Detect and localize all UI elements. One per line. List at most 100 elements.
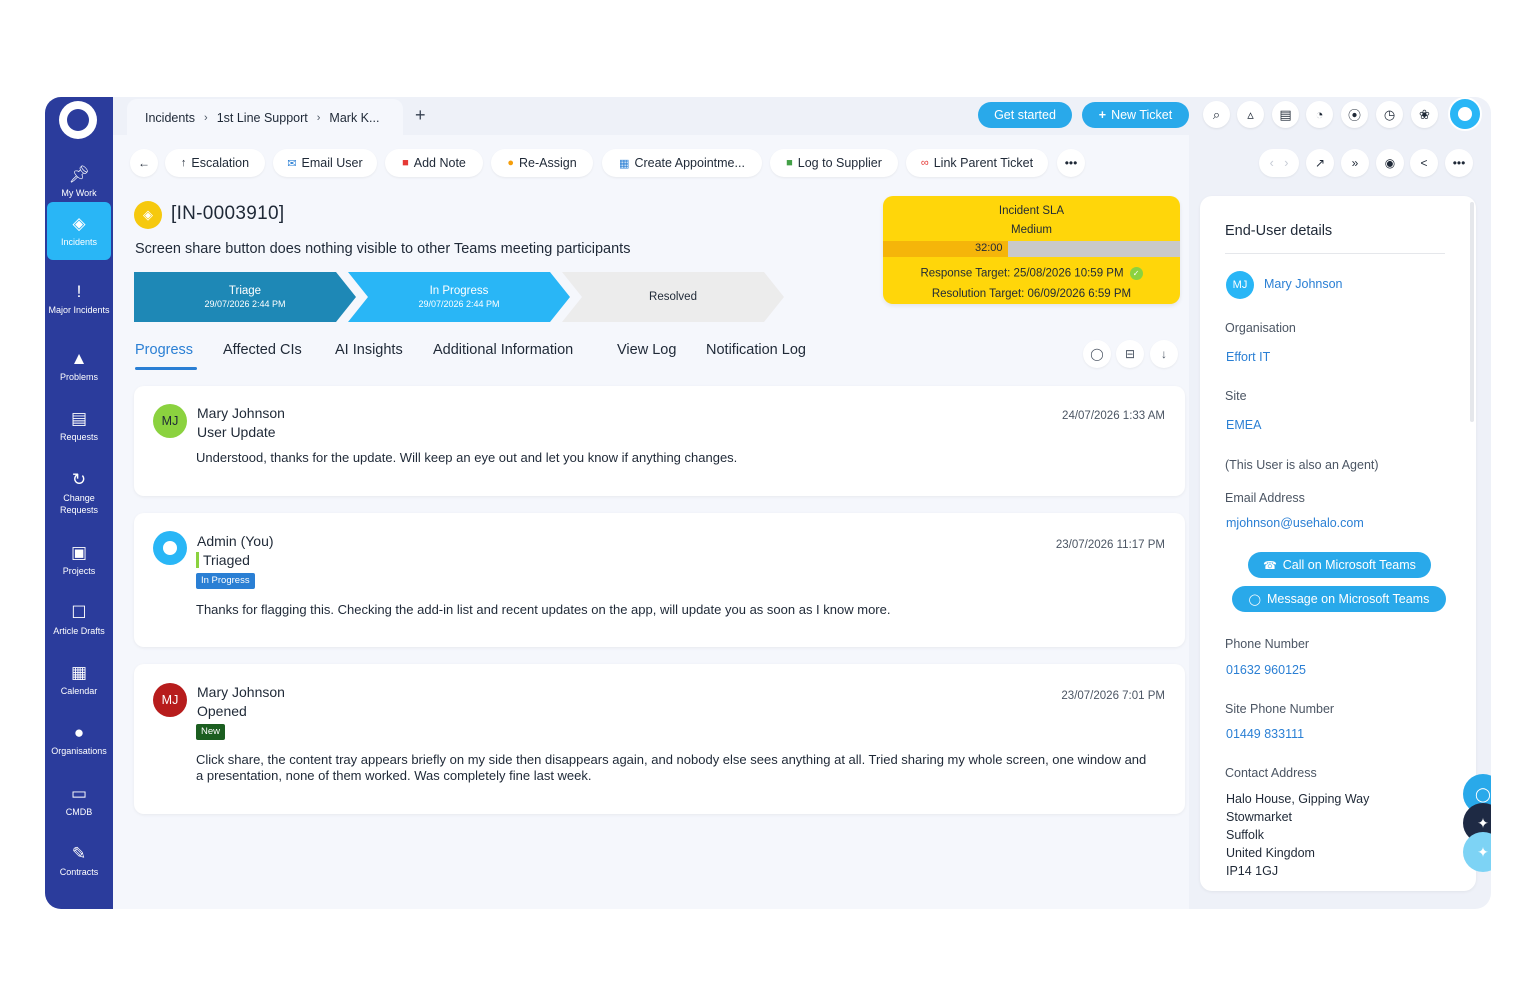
tab-additional-information[interactable]: Additional Information <box>433 342 573 358</box>
sidebar-item-projects[interactable]: ▣ Projects <box>45 531 113 589</box>
message-teams-button[interactable]: ◯ Message on Microsoft Teams <box>1232 586 1446 612</box>
log-to-supplier-button[interactable]: ■ Log to Supplier <box>770 149 898 177</box>
truck-icon: ■ <box>786 157 793 169</box>
site-phone-label: Site Phone Number <box>1225 702 1335 716</box>
ticket-type-icon: ◈ <box>134 201 162 229</box>
prev-next-nav[interactable]: ‹ › <box>1259 149 1299 177</box>
back-arrow-icon[interactable]: ← <box>130 149 158 177</box>
chevron-right-icon: › <box>316 112 321 124</box>
more-icon[interactable]: ••• <box>1445 149 1473 177</box>
stage-name: Triage <box>228 285 262 297</box>
address-line: Stowmarket <box>1226 810 1292 824</box>
halo-logo[interactable] <box>59 101 97 139</box>
message-teams-label: Message on Microsoft Teams <box>1266 592 1430 606</box>
email-label: Email Address <box>1225 491 1305 505</box>
note-icon: ■ <box>402 157 409 169</box>
sidebar-item-problems[interactable]: ▲ Problems <box>45 337 113 395</box>
double-chevron-icon[interactable]: » <box>1341 149 1369 177</box>
tab-progress[interactable]: Progress <box>135 342 198 370</box>
stage-resolved[interactable]: Resolved <box>562 272 784 322</box>
comment-icon[interactable]: ◯ <box>1083 340 1111 368</box>
exclamation-icon: ! <box>76 282 82 301</box>
bell-icon[interactable]: ▵ <box>1237 101 1264 128</box>
end-user-name-link[interactable]: Mary Johnson <box>1264 277 1343 291</box>
stage-name: Resolved <box>649 291 697 303</box>
more-actions-button[interactable]: ••• <box>1057 149 1085 177</box>
entry-action: User Update <box>197 424 276 440</box>
create-appointment-button[interactable]: ▦ Create Appointme... <box>602 149 762 177</box>
stage-in-progress[interactable]: In Progress 29/07/2026 2:44 PM <box>348 272 570 322</box>
site-link[interactable]: EMEA <box>1226 418 1261 432</box>
share-icon[interactable]: < <box>1410 149 1438 177</box>
user-avatar[interactable] <box>1448 97 1482 131</box>
breadcrumb[interactable]: Incidents › 1st Line Support › Mark K... <box>127 99 403 137</box>
eye-icon[interactable]: ◉ <box>1376 149 1404 177</box>
tab-affected-cis[interactable]: Affected CIs <box>223 342 302 358</box>
status-stages: Triage 29/07/2026 2:44 PM In Progress 29… <box>134 272 794 324</box>
add-note-button[interactable]: ■ Add Note <box>385 149 483 177</box>
external-link-icon[interactable]: ↗ <box>1306 149 1334 177</box>
escalation-button[interactable]: ↑ Escalation <box>165 149 265 177</box>
call-teams-button[interactable]: ☎ Call on Microsoft Teams <box>1248 552 1431 578</box>
tab-notification-log[interactable]: Notification Log <box>706 342 806 358</box>
chevron-left-icon[interactable]: ‹ <box>1270 156 1274 170</box>
re-assign-label: Re-Assign <box>518 156 577 170</box>
entry-message: Understood, thanks for the update. Will … <box>196 450 738 465</box>
sidebar-item-cmdb[interactable]: ▭ CMDB <box>45 772 113 830</box>
stage-triage[interactable]: Triage 29/07/2026 2:44 PM <box>134 272 356 322</box>
sidebar-item-incidents[interactable]: ◈ Incidents <box>47 202 111 260</box>
sidebar-item-major-incidents[interactable]: ! Major Incidents <box>45 270 113 328</box>
breadcrumb-item[interactable]: Mark K... <box>329 111 379 125</box>
search-icon[interactable]: ⌕ <box>1203 101 1230 128</box>
scrollbar[interactable] <box>1470 202 1474 422</box>
email-link[interactable]: mjohnson@usehalo.com <box>1226 516 1364 530</box>
sla-panel: Incident SLA Medium 32:00 Response Targe… <box>883 196 1180 304</box>
address-line: Halo House, Gipping Way <box>1226 792 1370 806</box>
tab-view-log[interactable]: View Log <box>617 342 676 358</box>
tab-ai-insights[interactable]: AI Insights <box>335 342 403 358</box>
breadcrumb-item[interactable]: Incidents <box>145 111 195 125</box>
clipboard-icon[interactable]: ▤ <box>1272 101 1299 128</box>
sidebar-item-label: Change Requests <box>59 493 99 515</box>
timeline-entry: Admin (You) Triaged 23/07/2026 11:17 PM … <box>134 513 1185 647</box>
bookmark-icon: ☐ <box>71 603 87 622</box>
breadcrumb-item[interactable]: 1st Line Support <box>217 111 308 125</box>
sidebar-item-label: Requests <box>59 432 99 442</box>
sidebar-item-organisations[interactable]: ● Organisations <box>45 711 113 769</box>
email-user-label: Email User <box>301 156 363 170</box>
chevron-right-icon[interactable]: › <box>1284 156 1288 170</box>
entry-action: Opened <box>197 703 247 719</box>
new-ticket-button[interactable]: + New Ticket <box>1082 102 1189 128</box>
sidebar-item-requests[interactable]: ▤ Requests <box>45 397 113 455</box>
calendar-icon: ▦ <box>619 157 630 170</box>
organisation-link[interactable]: Effort IT <box>1226 350 1270 364</box>
briefcase-icon: ▣ <box>70 543 88 562</box>
phone-label: Phone Number <box>1225 637 1310 651</box>
new-tab-button[interactable]: + <box>415 105 426 126</box>
sla-title: Incident SLA <box>998 205 1065 217</box>
link-parent-ticket-button[interactable]: ∞ Link Parent Ticket <box>906 149 1048 177</box>
sidebar-item-article-drafts[interactable]: ☐ Article Drafts <box>45 591 113 649</box>
sidebar-item-contracts[interactable]: ✎ Contracts <box>45 832 113 890</box>
ticket-summary: Screen share button does nothing visible… <box>135 241 631 257</box>
re-assign-button[interactable]: ● Re-Assign <box>491 149 593 177</box>
sidebar-item-change-requests[interactable]: ↻ Change Requests <box>45 464 113 522</box>
get-started-button[interactable]: Get started <box>978 102 1072 128</box>
address-label: Contact Address <box>1225 766 1317 780</box>
sla-priority: Medium <box>1011 224 1052 236</box>
lightbulb-icon[interactable]: ❀ <box>1411 101 1438 128</box>
filter-icon[interactable]: ⊟ <box>1116 340 1144 368</box>
sort-down-icon[interactable]: ↓ <box>1150 340 1178 368</box>
email-user-button[interactable]: ✉ Email User <box>273 149 377 177</box>
rss-icon[interactable]: ⦿ <box>1341 101 1368 128</box>
site-phone-link[interactable]: 01449 833111 <box>1226 727 1304 741</box>
sidebar-item-label: Contracts <box>59 867 99 877</box>
clock-icon[interactable]: ◷ <box>1376 101 1403 128</box>
avatar: MJ <box>1226 271 1254 299</box>
sidebar-item-calendar[interactable]: ▦ Calendar <box>45 651 113 709</box>
phone-link[interactable]: 01632 960125 <box>1226 663 1306 677</box>
dashboard-icon[interactable]: ◔ <box>1306 101 1333 128</box>
edit-icon: ✎ <box>71 844 87 863</box>
avatar: MJ <box>153 683 187 717</box>
app-window: 📌︎ My Work ◈ Incidents ! Major Incidents… <box>45 97 1491 909</box>
